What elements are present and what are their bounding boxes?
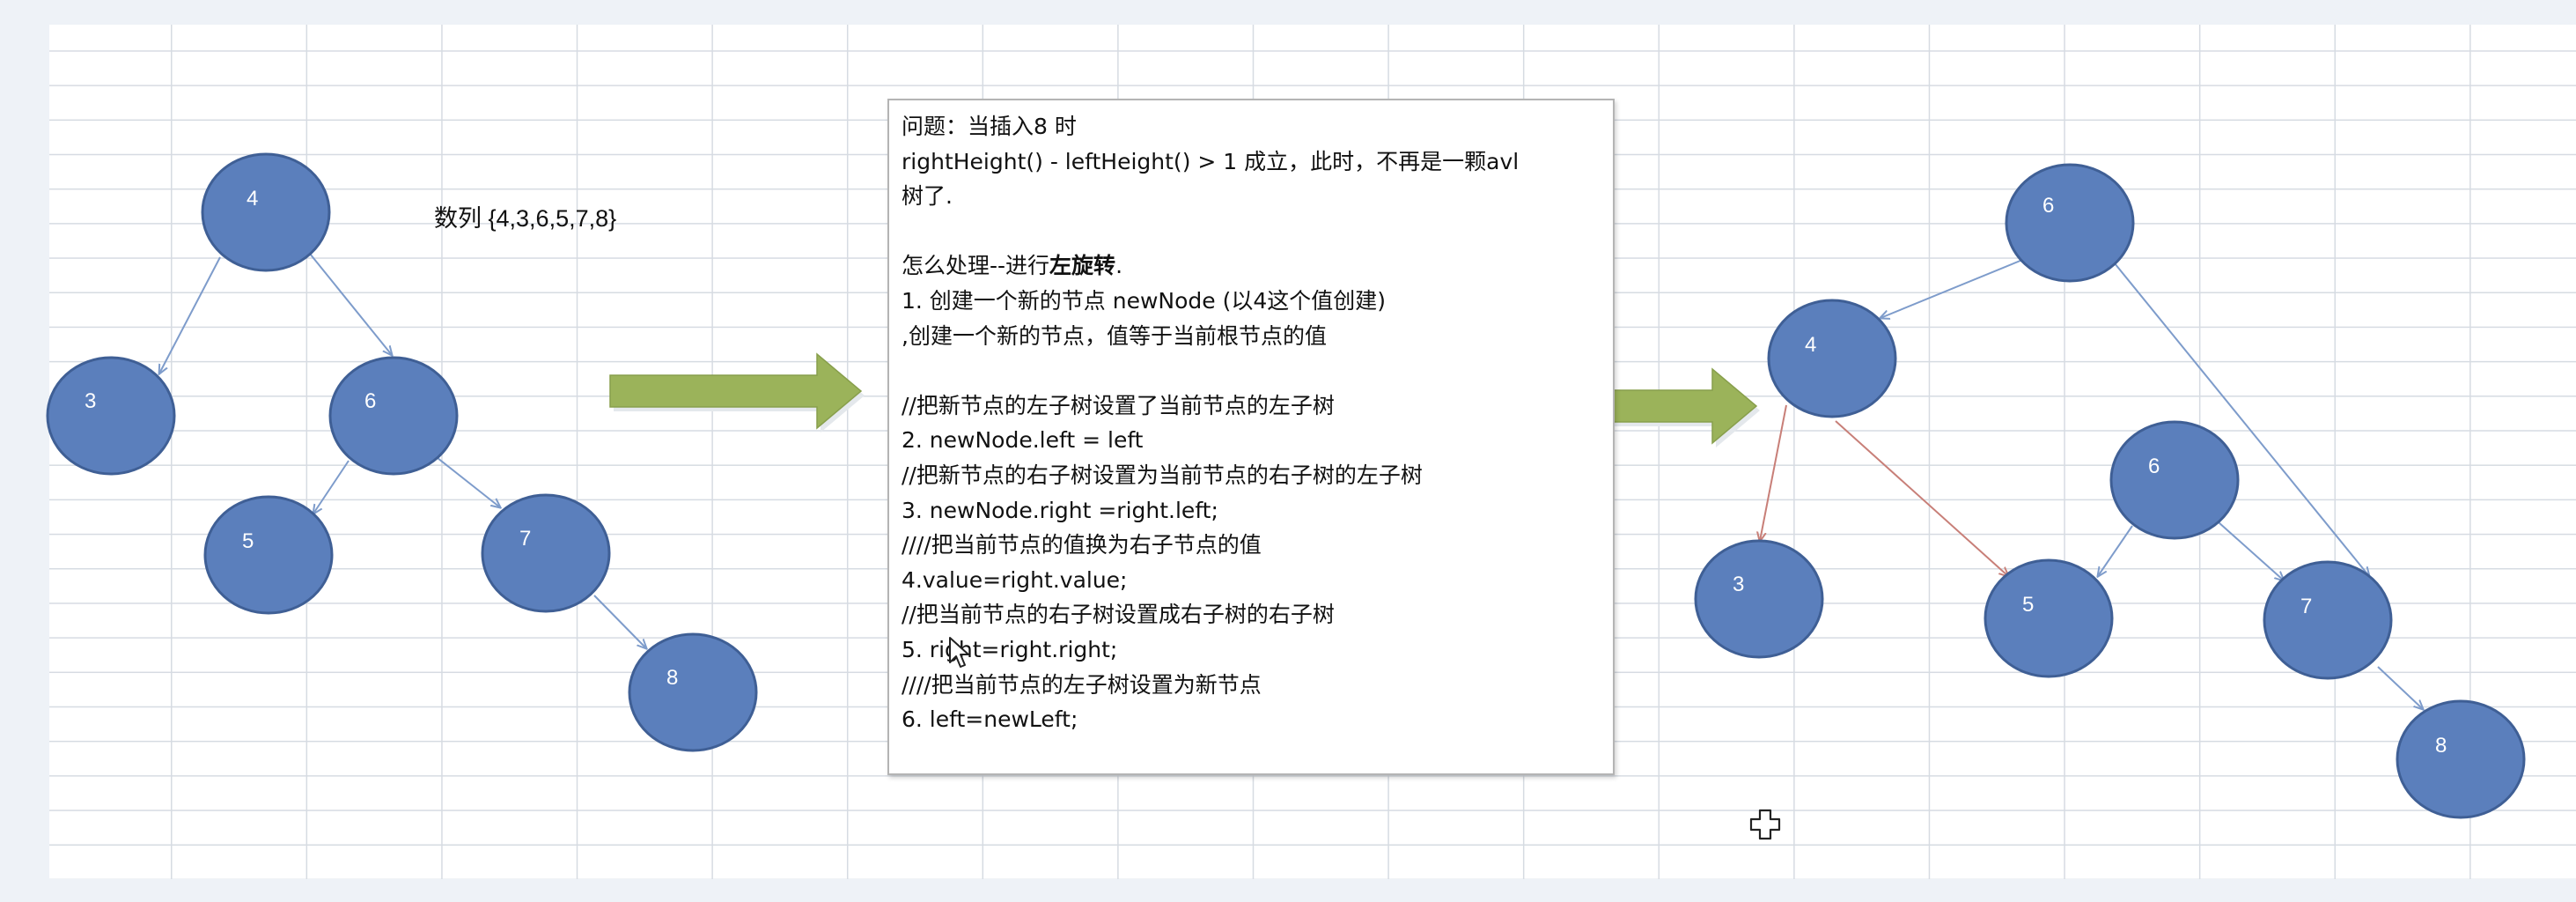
- tree-node: 6: [2005, 163, 2135, 283]
- note-line: 1. 创建一个新的节点 newNode (以4这个值创建): [902, 287, 1387, 314]
- note-line: 6. left=newLeft;: [902, 706, 1078, 733]
- note-line: 2. newNode.left = left: [902, 427, 1144, 454]
- node-label: 6: [2148, 455, 2160, 478]
- edge-4-3: [1760, 404, 1787, 541]
- node-label: 5: [242, 529, 254, 553]
- node-label: 8: [2435, 734, 2447, 758]
- note-blank-line: [902, 214, 1601, 249]
- note-line-howto: 怎么处理--进行左旋转.: [902, 248, 1601, 284]
- tree-node: 4: [1767, 299, 1897, 418]
- edge-6-7: [432, 454, 500, 507]
- howto-prefix: 怎么处理--进行: [902, 253, 1050, 279]
- tree-node: 3: [46, 356, 176, 476]
- howto-suffix: .: [1115, 253, 1123, 279]
- node-label: 7: [2300, 595, 2312, 618]
- tree-node: 7: [2263, 560, 2393, 680]
- note-line: ////把当前节点的值换为右子节点的值: [902, 532, 1262, 558]
- mouse-pointer-icon: [949, 637, 969, 668]
- note-line: rightHeight() - leftHeight() > 1 成立，此时，不…: [902, 148, 1520, 174]
- note-line: 5. right=right.right;: [902, 636, 1118, 662]
- edge-4-3: [159, 256, 221, 373]
- edge-6-5: [313, 460, 350, 514]
- note-line: 树了.: [902, 183, 953, 210]
- tree-before: 4 3 6 5 7 8: [46, 152, 758, 752]
- node-label: 8: [666, 666, 678, 690]
- note-line: //把当前节点的右子树设置成右子树的右子树: [902, 602, 1335, 628]
- notes-textbox[interactable]: 问题：当插入8 时 rightHeight() - leftHeight() >…: [887, 99, 1615, 775]
- note-line: 3. newNode.right =right.left;: [902, 497, 1218, 523]
- tree-node: 8: [2396, 699, 2526, 819]
- node-label: 6: [364, 389, 376, 413]
- tree-node: 8: [628, 632, 758, 752]
- note-line: ////把当前节点的左子树设置为新节点: [902, 671, 1262, 698]
- tree-node: 3: [1694, 539, 1824, 659]
- tree-node: 4: [201, 152, 331, 272]
- note-line: 4.value=right.value;: [902, 566, 1128, 593]
- edge-4-5: [1835, 420, 2008, 576]
- tree-node: 5: [1984, 558, 2114, 678]
- tree-after: 6 4 3 5 6 7 8: [1694, 163, 2526, 819]
- edge-7-8: [2377, 666, 2423, 709]
- node-label: 4: [247, 187, 258, 211]
- node-label: 3: [85, 389, 96, 413]
- edge-6-7-lower: [2218, 521, 2284, 580]
- edge-7-8: [593, 595, 646, 648]
- howto-bold: 左旋转: [1049, 253, 1116, 279]
- tree-node: 6: [328, 356, 459, 476]
- note-line: //把新节点的左子树设置了当前节点的左子树: [902, 392, 1335, 418]
- node-label: 6: [2042, 194, 2054, 218]
- tree-node: 6: [2109, 420, 2240, 540]
- tree-node: 5: [203, 495, 334, 615]
- node-label: 3: [1733, 573, 1744, 596]
- note-blank-line: [902, 353, 1601, 388]
- green-arrow-1: [609, 352, 865, 433]
- node-label: 4: [1805, 333, 1816, 357]
- cell-select-cursor-icon: [1749, 809, 1781, 840]
- note-line: ,创建一个新的节点，值等于当前根节点的值: [902, 322, 1327, 349]
- node-label: 5: [2022, 593, 2034, 617]
- edge-4-6: [309, 253, 392, 355]
- tree-node: 7: [481, 493, 611, 613]
- note-line: 问题：当插入8 时: [902, 114, 1077, 139]
- sequence-label: 数列 {4,3,6,5,7,8}: [434, 205, 616, 232]
- edge-6-5: [2098, 525, 2133, 576]
- node-label: 7: [519, 527, 531, 551]
- edge-6-4: [1880, 257, 2028, 318]
- note-line: //把新节点的右子树设置为当前节点的右子树的左子树: [902, 462, 1423, 488]
